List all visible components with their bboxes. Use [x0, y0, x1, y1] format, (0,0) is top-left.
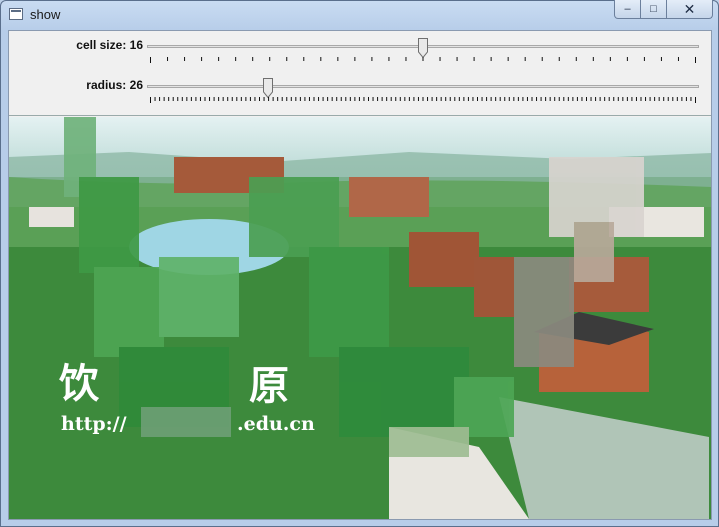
close-button[interactable]: ✕ — [667, 0, 713, 19]
image-display: 饮 原 http:// .edu.cn — [9, 117, 711, 519]
client-area: cell size: 16 radius: 26 饮 原 http:// .ed… — [8, 30, 712, 520]
watermark-char: 饮 — [59, 360, 100, 407]
campus-photo: 饮 原 http:// .edu.cn — [9, 117, 711, 519]
building — [409, 232, 479, 287]
app-icon — [9, 8, 23, 20]
cell-size-ticks — [150, 57, 696, 63]
minimize-button[interactable]: – — [614, 0, 641, 19]
pixelated-overlay — [141, 407, 231, 437]
watermark-char: 原 — [249, 362, 289, 409]
close-icon: ✕ — [683, 0, 696, 17]
building — [474, 257, 514, 317]
watermark-url-domain: .edu.cn — [237, 413, 315, 435]
radius-slider-thumb[interactable] — [263, 78, 274, 98]
separator — [9, 115, 711, 116]
radius-row: radius: 26 — [9, 71, 711, 109]
cell-size-row: cell size: 16 — [9, 31, 711, 69]
watermark-url-prefix: http:// — [61, 413, 127, 435]
radius-ticks — [150, 97, 696, 103]
title-bar[interactable]: show – □ ✕ — [0, 0, 719, 30]
building — [349, 177, 429, 217]
window-title: show — [30, 7, 61, 22]
minimize-icon: – — [624, 3, 631, 15]
maximize-icon: □ — [650, 3, 657, 15]
building — [29, 207, 74, 227]
maximize-button[interactable]: □ — [641, 0, 667, 19]
radius-label: radius: 26 — [86, 78, 143, 92]
radius-track[interactable] — [147, 85, 699, 88]
cell-size-slider-thumb[interactable] — [418, 38, 428, 58]
cell-size-label: cell size: 16 — [76, 38, 143, 52]
